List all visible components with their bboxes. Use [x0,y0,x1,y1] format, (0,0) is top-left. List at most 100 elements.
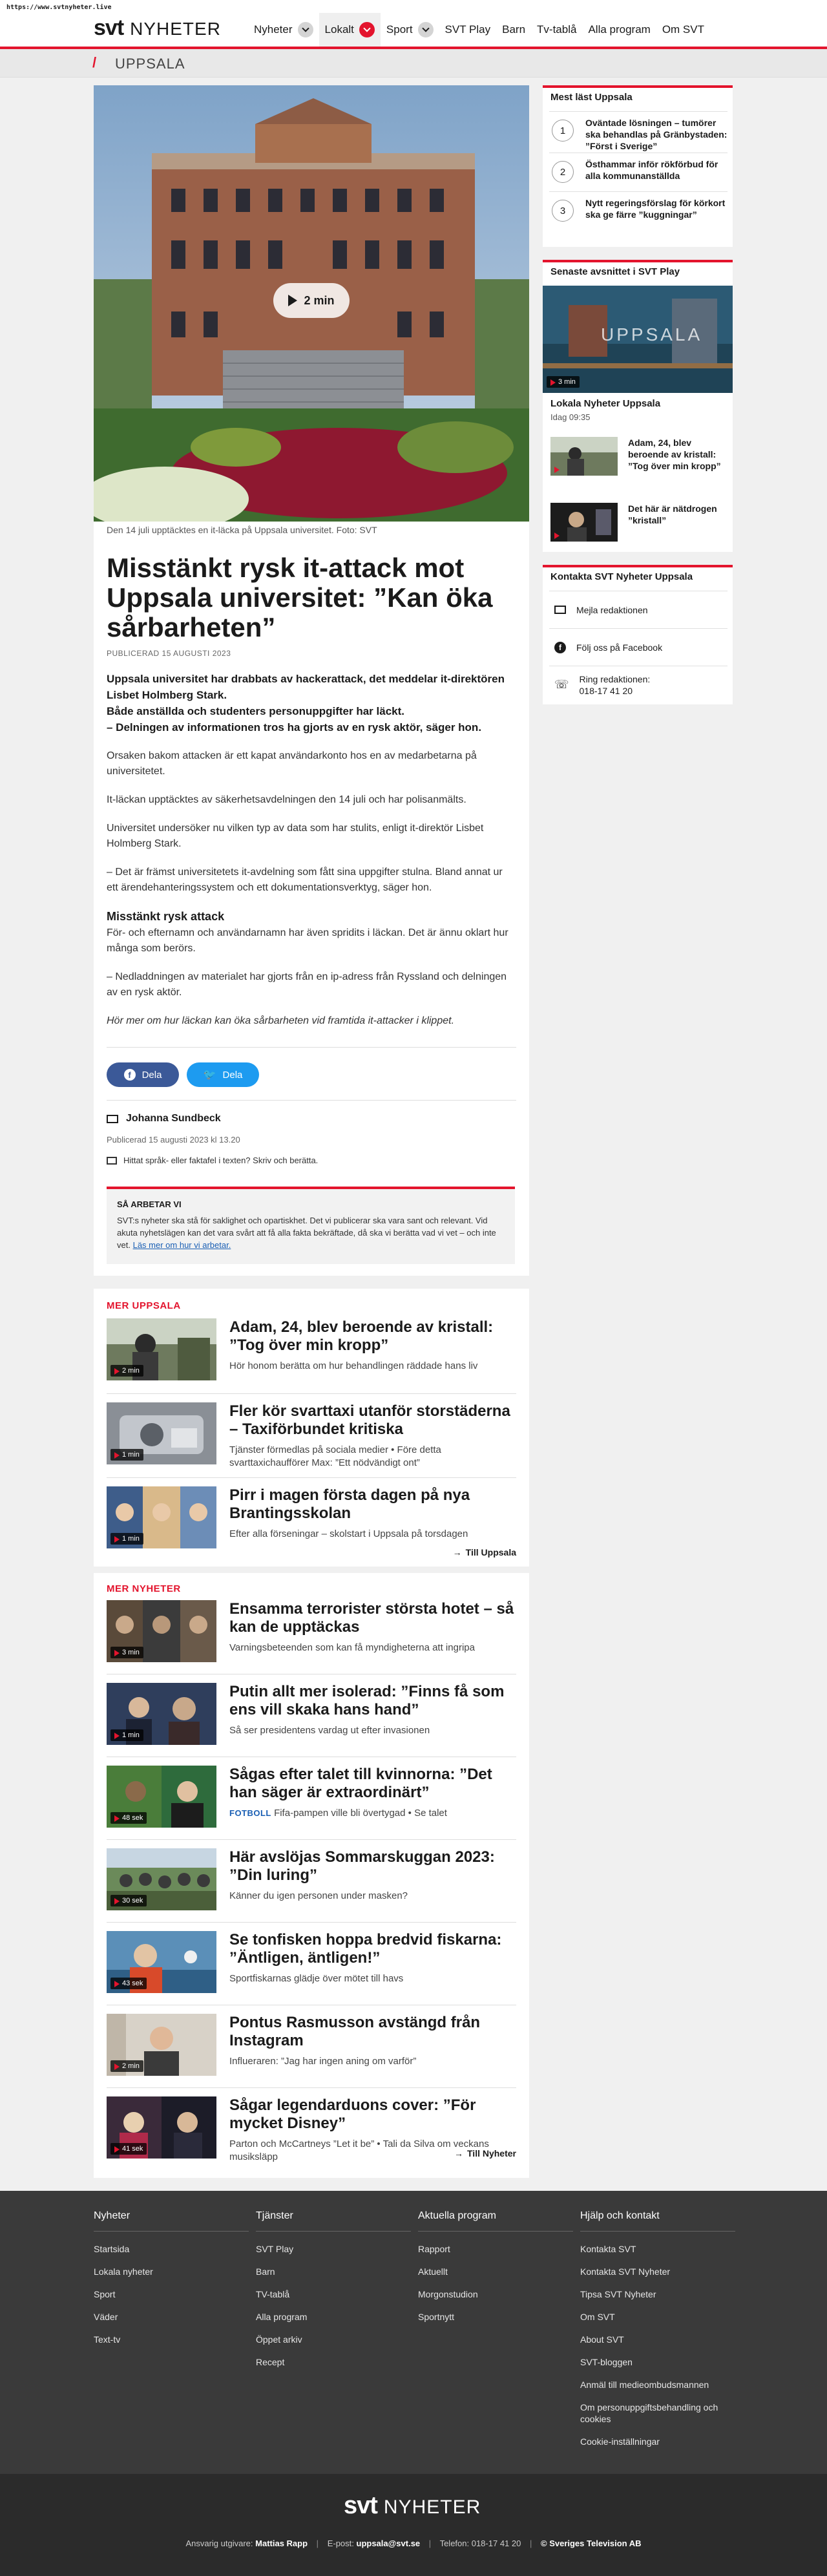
footer-link[interactable]: Morgonstudion [418,2288,573,2300]
footer-link[interactable]: Anmäl till medieombudsmannen [580,2379,735,2391]
list-item[interactable]: 3 min Ensamma terrorister största hotet … [107,1600,520,1671]
footer-link[interactable]: Om SVT [580,2311,735,2323]
more-uppsala-link[interactable]: → Till Uppsala [453,1547,516,1557]
footer-link[interactable]: Sportnytt [418,2311,573,2323]
report-error-link[interactable]: Hittat språk- eller faktafel i texten? S… [107,1156,318,1165]
footer-col-aktuella: Aktuella program Rapport Aktuellt Morgon… [418,2210,573,2334]
footer-heading: Tjänster [256,2210,411,2232]
featured-episode[interactable]: UPPSALA 3 min [543,286,733,393]
item-title: Putin allt mer isolerad: ”Finns få som e… [229,1683,505,1718]
play-button[interactable]: 2 min [273,283,350,318]
how-link[interactable]: Läs mer om hur vi arbetar. [133,1240,231,1250]
footer-link[interactable]: SVT-bloggen [580,2356,735,2368]
lead-line: – Delningen av informationen tros ha gjo… [107,721,482,734]
footer-link[interactable]: TV-tablå [256,2288,411,2300]
item-subtitle: FOTBOLL Fifa-pampen ville bli övertygad … [229,1807,520,1820]
email-address[interactable]: uppsala@svt.se [357,2539,421,2548]
contact-label: Följ oss på Facebook [576,642,663,653]
nav-label: Nyheter [254,23,293,36]
footer-link[interactable]: Cookie-inställningar [580,2436,735,2447]
footer-link[interactable]: Rapport [418,2243,573,2255]
rank-number: 1 [552,120,574,142]
item-subtitle: Efter alla förseningar – skolstart i Upp… [229,1528,468,1539]
play-episode-item[interactable]: Adam, 24, blev beroende av kristall: ”To… [550,437,726,490]
nav-item-barn[interactable]: Barn [496,13,531,47]
nav-item-nyheter[interactable]: Nyheter [248,13,319,47]
nav-label: Sport [386,23,413,36]
how-title: SÅ ARBETAR VI [117,1199,182,1209]
footer-link[interactable]: Kontakta SVT [580,2243,735,2255]
nav-item-tv-tabla[interactable]: Tv-tablå [531,13,582,47]
item-title: Pontus Rasmusson avstängd från Instagram [229,2014,481,2049]
featured-title: Lokala Nyheter Uppsala [550,398,661,409]
more-label: Till Uppsala [465,1547,516,1557]
footer-link[interactable]: Lokala nyheter [94,2266,249,2277]
nav-item-svt-play[interactable]: SVT Play [439,13,497,47]
author[interactable]: Johanna Sundbeck [107,1113,221,1124]
footer-link[interactable]: About SVT [580,2334,735,2345]
play-episode-item[interactable]: Det här är nätdrogen ”kristall” [550,503,726,545]
thumbnail: 41 sek [107,2096,216,2159]
footer-link[interactable]: Aktuellt [418,2266,573,2277]
facebook-icon: f [123,1069,136,1081]
footer-link[interactable]: Recept [256,2356,411,2368]
svt-play-heading: Senaste avsnittet i SVT Play [550,266,680,277]
footer-link[interactable]: Text-tv [94,2334,249,2345]
most-read-item[interactable]: 3 Nytt regeringsförslag för körkort ska g… [549,191,728,233]
mail-icon [107,1114,118,1123]
list-item[interactable]: 1 min Fler kör svarttaxi utanför storstä… [107,1402,520,1473]
contact-phone[interactable]: ☏ Ring redaktionen: 018-17 41 20 [549,666,728,703]
share-label: Dela [141,1069,162,1081]
chevron-down-icon[interactable] [417,22,434,37]
footer-link[interactable]: Öppet arkiv [256,2334,411,2345]
nav-item-om-svt[interactable]: Om SVT [656,13,710,47]
list-item[interactable]: 2 min Adam, 24, blev beroende av kristal… [107,1318,520,1389]
nav-item-alla-program[interactable]: Alla program [582,13,656,47]
chevron-down-icon[interactable] [359,22,375,37]
footer-link[interactable]: Alla program [256,2311,411,2323]
item-subtitle: Känner du igen personen under masken? [229,1890,408,1901]
contact-email[interactable]: Mejla redaktionen [549,591,728,628]
contact-facebook[interactable]: f Följ oss på Facebook [549,628,728,666]
more-uppsala-heading: MER UPPSALA [107,1300,181,1311]
facebook-icon: f [554,641,566,653]
lead-line: Uppsala universitet har drabbats av hack… [107,673,505,701]
footer-link[interactable]: Sport [94,2288,249,2300]
nav-item-lokalt[interactable]: Lokalt [319,13,381,47]
footer-link[interactable]: Om personuppgiftsbehandling och cookies [580,2402,735,2425]
list-item[interactable]: 43 sek Se tonfisken hoppa bredvid fiskar… [107,1931,520,2002]
footer-link[interactable]: Kontakta SVT Nyheter [580,2266,735,2277]
item-title: Fler kör svarttaxi utanför storstäderna … [229,1402,510,1438]
list-item[interactable]: 30 sek Här avslöjas Sommarskuggan 2023: … [107,1848,520,1919]
list-item[interactable]: 1 min Putin allt mer isolerad: ”Finns få… [107,1683,520,1754]
list-item[interactable]: 2 min Pontus Rasmusson avstängd från Ins… [107,2014,520,2085]
phone: Telefon: 018-17 41 20 [439,2539,521,2548]
item-title: Här avslöjas Sommarskuggan 2023: ”Din lu… [229,1848,495,1884]
share-twitter-button[interactable]: 🐦 Dela [187,1062,259,1087]
share-facebook-button[interactable]: f Dela [107,1062,179,1087]
contact-label: Mejla redaktionen [576,604,648,615]
body-paragraph: Orsaken bakom attacken är ett kapat anvä… [107,750,477,777]
most-read-item[interactable]: 2 Östhammar inför rökförbud för alla komm… [549,153,728,191]
chevron-down-icon[interactable] [297,22,313,37]
separator: | [529,2539,532,2548]
most-read-item[interactable]: 1 Oväntade lösningen – tumörer ska behand… [549,111,728,153]
article-lead: Uppsala universitet har drabbats av hack… [107,671,514,735]
footer-link[interactable]: Barn [256,2266,411,2277]
footer-link[interactable]: Tipsa SVT Nyheter [580,2288,735,2300]
thumbnail: 1 min [107,1683,216,1745]
twitter-icon: 🐦 [203,1070,216,1081]
item-tag: FOTBOLL [229,1808,271,1818]
email-label: E-post: [327,2539,354,2548]
footer-link[interactable]: Väder [94,2311,249,2323]
more-news-link[interactable]: → Till Nyheter [454,2148,516,2159]
svt-nyheter-logo[interactable]: svt NYHETER [94,16,221,41]
list-item[interactable]: 48 sek Sågas efter talet till kvinnorna:… [107,1766,520,1837]
hero-video[interactable]: 2 min [94,85,529,522]
nav-item-sport[interactable]: Sport [381,13,439,47]
footer-logo[interactable]: svt NYHETER [344,2492,481,2520]
region-name[interactable]: UPPSALA [115,56,185,72]
divider [107,1839,516,1840]
footer-link[interactable]: SVT Play [256,2243,411,2255]
footer-link[interactable]: Startsida [94,2243,249,2255]
